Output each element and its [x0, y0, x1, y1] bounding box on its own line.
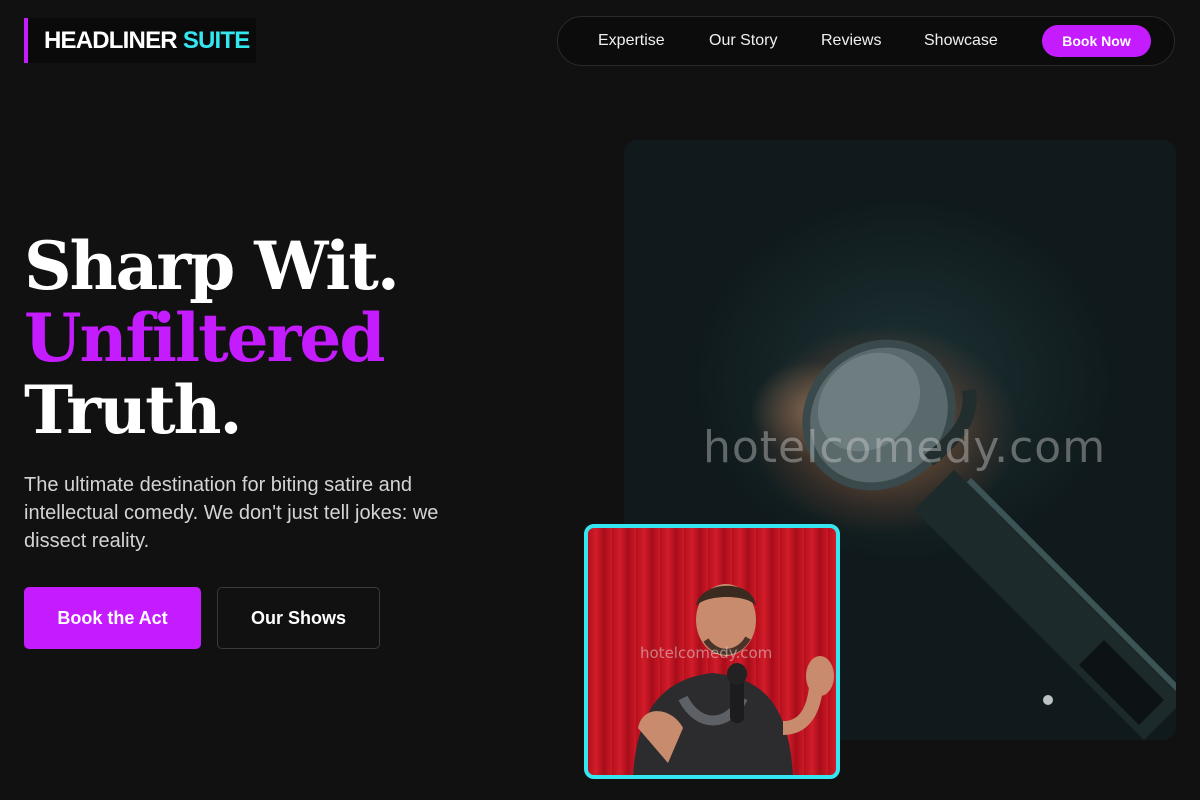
- brand-suffix: SUITE: [182, 26, 250, 54]
- page: HEADLINER SUITE Expertise Our Story Revi…: [0, 0, 1200, 800]
- brand-name: HEADLINER: [44, 26, 178, 54]
- headline-line-1: Sharp Wit.: [24, 227, 400, 305]
- image-watermark: hotelcomedy.com: [703, 422, 1107, 473]
- main-nav: Expertise Our Story Reviews Showcase Boo…: [557, 16, 1175, 66]
- nav-link-expertise[interactable]: Expertise: [598, 32, 665, 50]
- headline-line-2: Unfiltered: [24, 299, 385, 377]
- book-now-button[interactable]: Book Now: [1042, 25, 1151, 57]
- nav-link-reviews[interactable]: Reviews: [821, 32, 881, 50]
- nav-link-our-story[interactable]: Our Story: [709, 32, 777, 50]
- brand-logo[interactable]: HEADLINER SUITE: [24, 18, 256, 63]
- book-the-act-button[interactable]: Book the Act: [24, 587, 201, 649]
- performer-photo: hotelcomedy.com: [584, 524, 840, 779]
- hero-headline: Sharp Wit. Unfiltered Truth.: [24, 227, 400, 449]
- performer-watermark: hotelcomedy.com: [640, 644, 773, 662]
- headline-line-3: Truth.: [24, 371, 243, 449]
- nav-link-showcase[interactable]: Showcase: [924, 32, 998, 50]
- our-shows-button[interactable]: Our Shows: [217, 587, 380, 649]
- hero-description: The ultimate destination for biting sati…: [24, 474, 439, 552]
